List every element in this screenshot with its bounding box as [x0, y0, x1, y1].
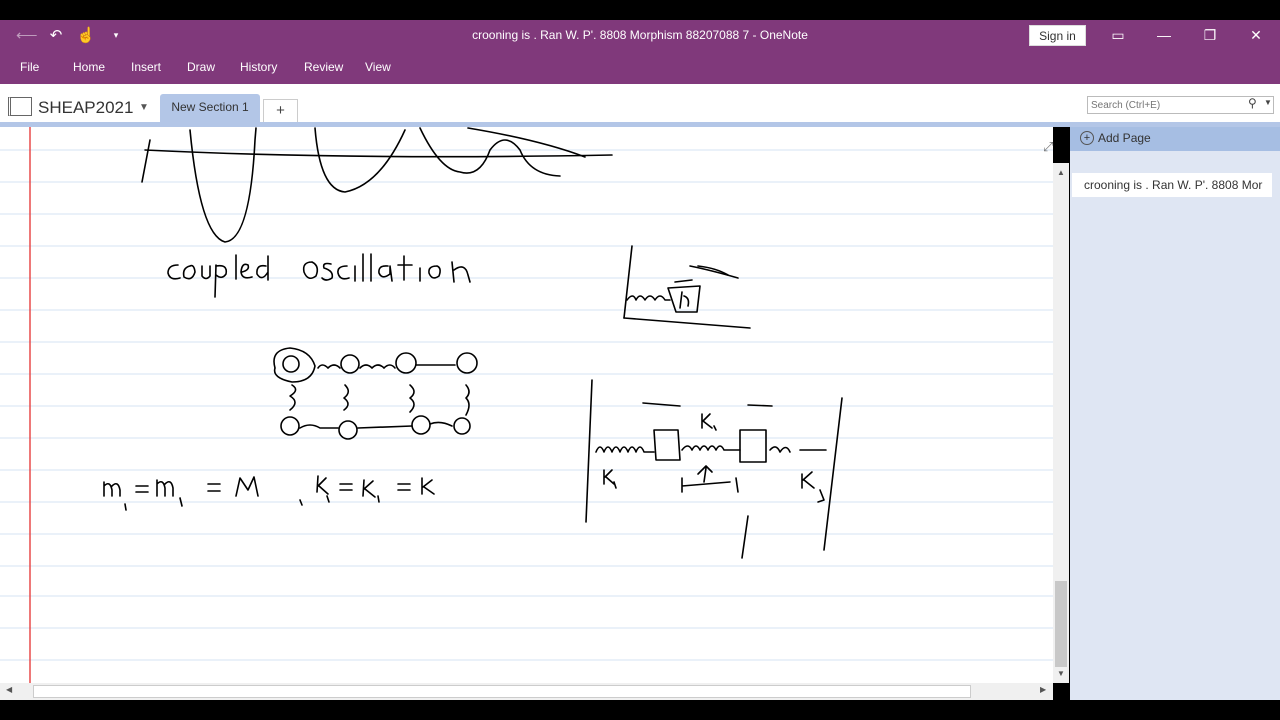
ribbon-tabs: File Home Insert Draw History Review Vie… — [0, 52, 1280, 84]
horizontal-scroll-thumb[interactable] — [33, 685, 971, 698]
notebook-bar: SHEAP2021 ▼ New Section 1 + ⚲ ▼ — [0, 84, 1280, 124]
tab-view[interactable]: View — [365, 60, 391, 74]
tab-review[interactable]: Review — [304, 60, 343, 74]
page-list-item[interactable]: crooning is . Ran W. P'. 8808 Mor — [1072, 173, 1272, 197]
tab-home[interactable]: Home — [73, 60, 105, 74]
close-icon[interactable]: ✕ — [1242, 24, 1270, 46]
ink-incline-sketch — [623, 245, 751, 329]
scroll-up-icon[interactable]: ▲ — [1053, 168, 1069, 177]
ink-spring-mass-system — [585, 379, 843, 559]
add-page-label: Add Page — [1098, 131, 1151, 145]
search-scope-caret-icon[interactable]: ▼ — [1264, 98, 1272, 107]
tab-draw[interactable]: Draw — [187, 60, 215, 74]
add-page-button[interactable]: + Add Page — [1070, 127, 1280, 151]
restore-icon[interactable]: ❐ — [1196, 24, 1224, 46]
scroll-left-icon[interactable]: ◀ — [6, 685, 12, 694]
search-input[interactable] — [1087, 96, 1274, 114]
page-list-pane — [1070, 127, 1280, 700]
ribbon-display-icon[interactable]: ▭ — [1104, 24, 1132, 46]
minimize-icon[interactable]: — — [1150, 24, 1178, 46]
ink-coupled-loop-sketch — [273, 347, 478, 440]
section-tab-new-section-1[interactable]: New Section 1 — [160, 94, 260, 124]
ink-axis-line — [144, 149, 613, 158]
window-title: crooning is . Ran W. P'. 8808 Morphism 8… — [472, 28, 808, 42]
title-bar: ⟵ ↶ ☝ ▾ crooning is . Ran W. P'. 8808 Mo… — [0, 20, 1280, 52]
tab-insert[interactable]: Insert — [131, 60, 161, 74]
add-section-button[interactable]: + — [263, 99, 298, 123]
sign-in-button[interactable]: Sign in — [1029, 25, 1086, 46]
search-icon[interactable]: ⚲ — [1248, 96, 1257, 110]
letterbox-bottom — [0, 700, 1280, 720]
vertical-scroll-thumb[interactable] — [1055, 581, 1067, 667]
notebook-dropdown-icon[interactable]: ▼ — [139, 102, 149, 113]
scroll-down-icon[interactable]: ▼ — [1053, 669, 1069, 678]
notebook-name[interactable]: SHEAP2021 — [38, 98, 133, 118]
rule-lines — [0, 149, 1053, 661]
scroll-right-icon[interactable]: ▶ — [1040, 685, 1046, 694]
ink-drawing — [0, 127, 1053, 683]
plus-circle-icon: + — [1080, 131, 1094, 145]
letterbox-top — [0, 0, 1280, 20]
expand-page-icon[interactable]: ⤢ — [1043, 139, 1053, 155]
tab-file[interactable]: File — [20, 60, 39, 74]
ink-equation — [103, 475, 435, 511]
notebook-icon[interactable] — [8, 97, 32, 116]
tab-history[interactable]: History — [240, 60, 277, 74]
ink-heading-coupled-oscillation — [167, 253, 471, 298]
note-page-canvas[interactable] — [0, 127, 1053, 683]
